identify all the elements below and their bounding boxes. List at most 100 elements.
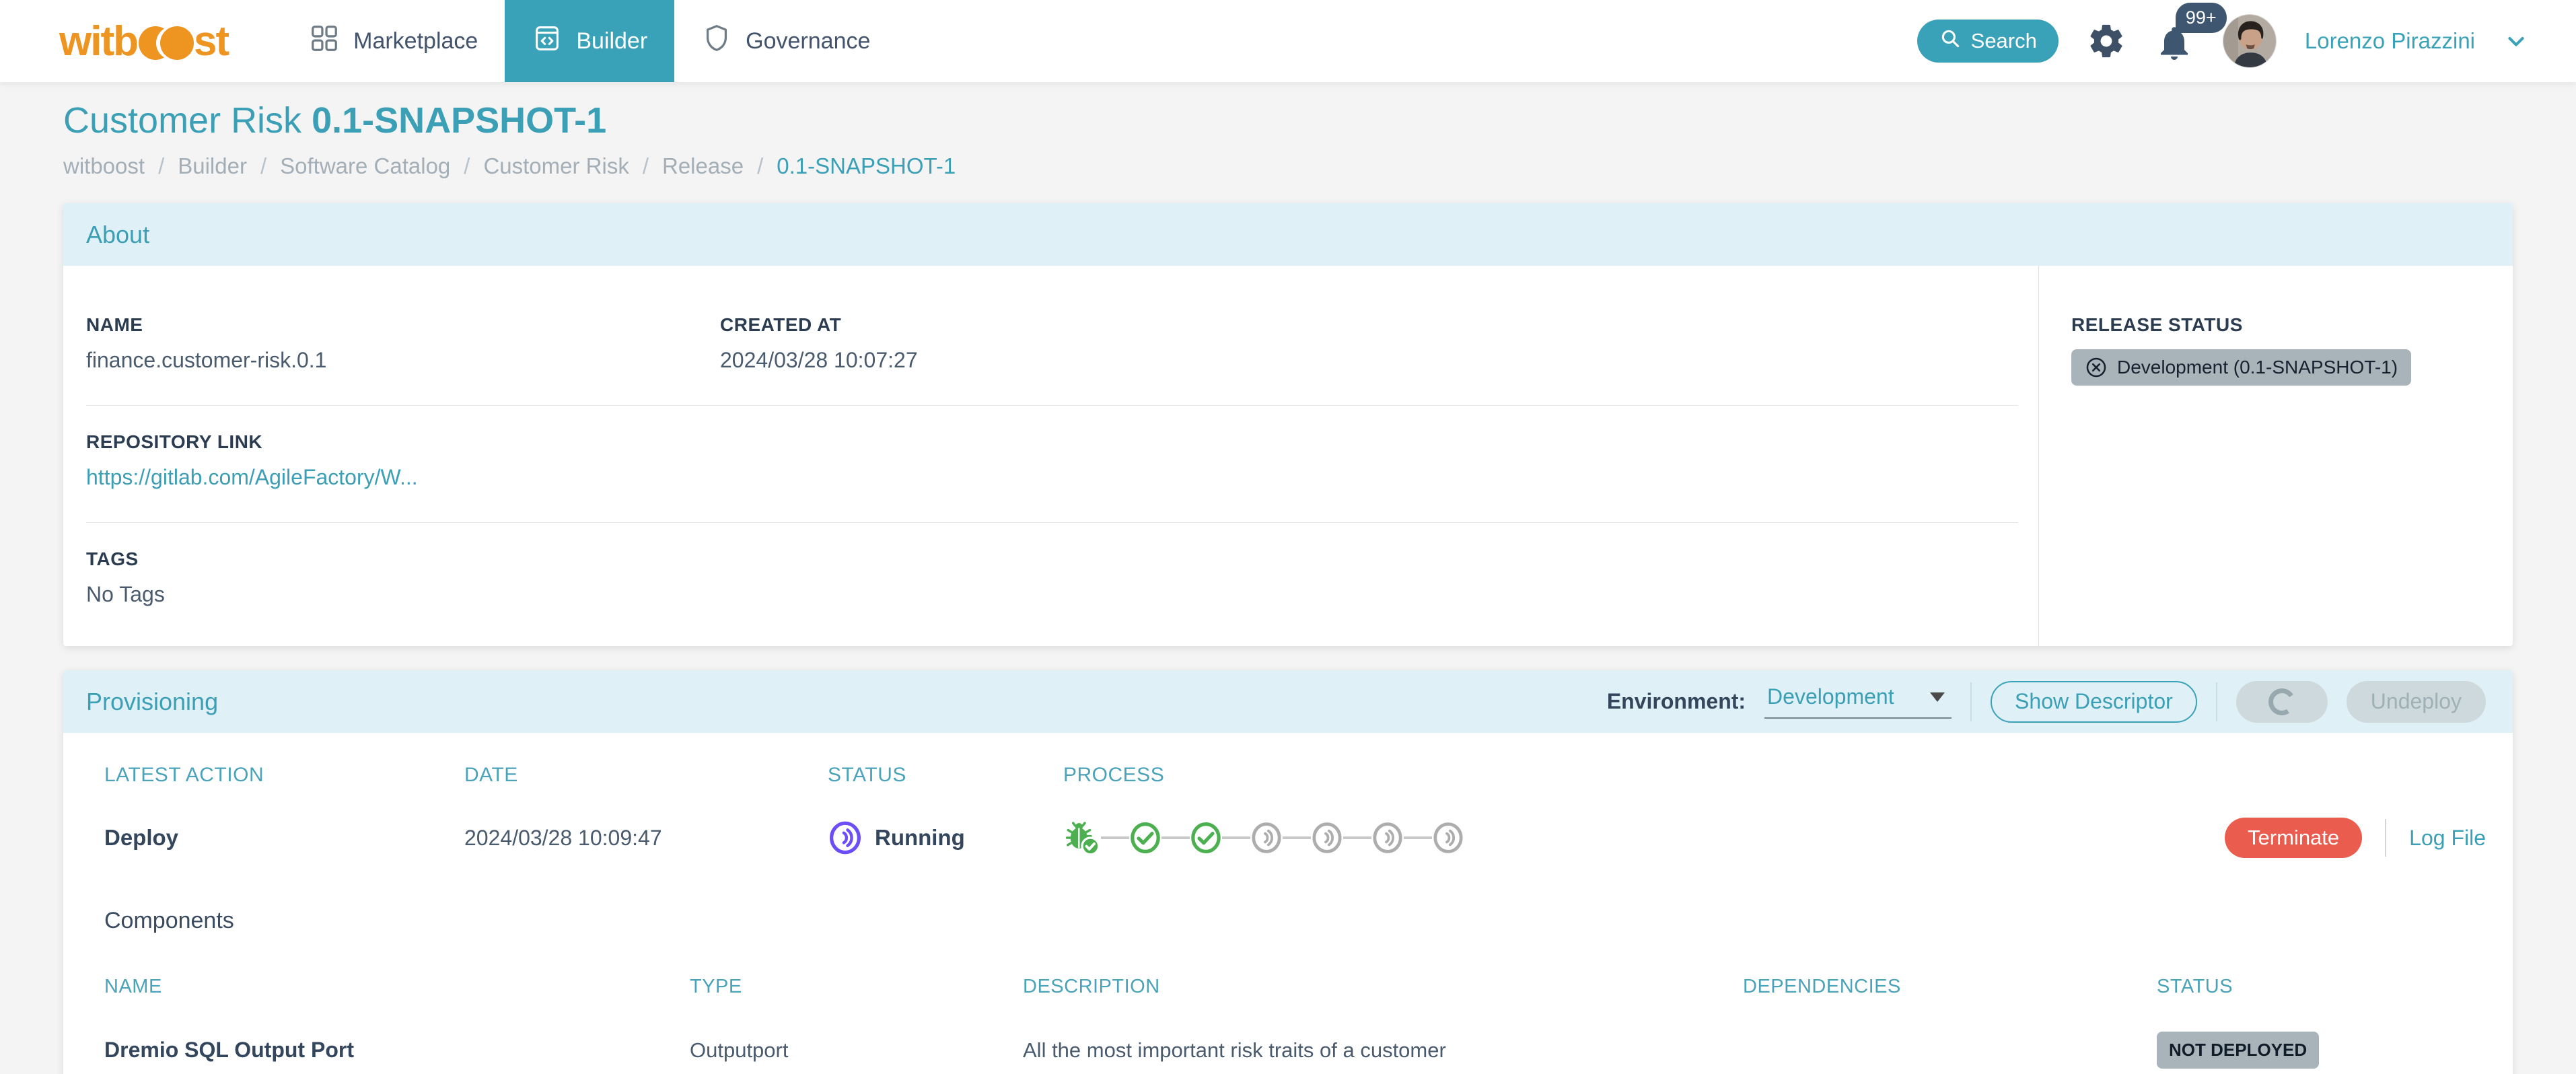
breadcrumb-separator: / [642, 153, 649, 178]
environment-label: Environment: [1606, 689, 1746, 713]
col-comp-status: STATUS [2157, 976, 2233, 997]
field-tags-label: TAGS [86, 548, 139, 569]
divider [2215, 682, 2217, 721]
col-comp-dependencies: DEPENDENCIES [1743, 976, 1901, 997]
notification-count-badge: 99+ [2175, 3, 2227, 33]
field-name: NAME finance.customer-risk.0.1 [86, 314, 720, 373]
navbar-right: Search 99+ Lorenzo Pirazzini [1917, 3, 2529, 68]
process-step-success-icon[interactable] [1129, 822, 1161, 854]
col-process: PROCESS [1063, 764, 1165, 786]
gear-icon [2090, 24, 2122, 58]
component-type: Outputport [690, 1038, 789, 1062]
field-tags-value: No Tags [86, 582, 165, 606]
provisioning-section-title: Provisioning [86, 687, 219, 715]
repository-link[interactable]: https://gitlab.com/AgileFactory/W... [86, 465, 418, 489]
about-section-title: About [86, 220, 150, 248]
process-connector [1283, 836, 1311, 839]
col-latest-action: LATEST ACTION [104, 764, 264, 786]
search-button-label: Search [1970, 29, 2037, 52]
process-step-pending-icon[interactable] [1250, 822, 1283, 854]
settings-button[interactable] [2087, 22, 2126, 61]
breadcrumb-item-current[interactable]: 0.1-SNAPSHOT-1 [777, 153, 956, 179]
deploy-loading-button [2235, 680, 2328, 723]
field-name-value: finance.customer-risk.0.1 [86, 348, 327, 372]
release-status-badge: Development (0.1-SNAPSHOT-1) [2071, 349, 2412, 386]
provisioning-table-header: LATEST ACTION DATE STATUS PROCESS [63, 764, 2513, 787]
witboost-logo[interactable]: witb st [59, 17, 229, 65]
process-connector [1101, 836, 1129, 839]
breadcrumb-item[interactable]: Software Catalog [280, 153, 450, 179]
loading-spinner-icon [2266, 685, 2298, 718]
breadcrumb-item[interactable]: Customer Risk [483, 153, 629, 179]
show-descriptor-button[interactable]: Show Descriptor [1991, 680, 2197, 723]
nav-item-builder[interactable]: Builder [505, 0, 675, 82]
about-card: About NAME finance.customer-risk.0.1 CRE… [63, 203, 2513, 646]
environment-select[interactable]: Development [1764, 684, 1952, 719]
components-table-row: Dremio SQL Output Port Outputport All th… [63, 1032, 2513, 1074]
divider [1970, 682, 1972, 721]
user-name[interactable]: Lorenzo Pirazzini [2305, 28, 2475, 54]
running-spinner-icon [830, 821, 861, 855]
main-nav: Marketplace Builder Governance [282, 0, 897, 82]
page-title-name: Customer Risk [63, 100, 302, 141]
field-name-label: NAME [86, 314, 143, 335]
nav-item-marketplace[interactable]: Marketplace [282, 0, 505, 82]
components-title: Components [104, 908, 234, 933]
release-status-label: RELEASE STATUS [2071, 314, 2243, 335]
log-file-link[interactable]: Log File [2409, 826, 2486, 851]
col-comp-type: TYPE [690, 976, 742, 997]
provisioning-card: Provisioning Environment: Development Sh… [63, 670, 2513, 1074]
breadcrumb-item[interactable]: Builder [178, 153, 247, 179]
provisioning-table-row: Deploy 2024/03/28 10:09:47 Running Termi… [63, 818, 2513, 858]
process-step-success-icon[interactable] [1190, 822, 1222, 854]
field-created-at: CREATED AT 2024/03/28 10:07:27 [720, 314, 1354, 373]
breadcrumb-item[interactable]: Release [662, 153, 744, 179]
process-connector [1404, 836, 1432, 839]
nav-item-governance[interactable]: Governance [674, 0, 897, 82]
breadcrumb-separator: / [158, 153, 165, 178]
divider [2385, 819, 2387, 857]
chevron-down-icon[interactable] [2503, 28, 2529, 54]
col-date: DATE [464, 764, 518, 786]
about-section-header: About [63, 203, 2513, 266]
page-title: Customer Risk 0.1-SNAPSHOT-1 [63, 100, 2576, 141]
action-status: Running [828, 820, 1063, 855]
search-button[interactable]: Search [1917, 20, 2059, 63]
breadcrumb-item[interactable]: witboost [63, 153, 145, 179]
row-actions: Terminate Log File [2225, 818, 2486, 858]
about-right-column: RELEASE STATUS Development (0.1-SNAPSHOT… [2038, 266, 2513, 646]
notifications-button[interactable]: 99+ [2154, 3, 2227, 63]
environment-selected-value: Development [1767, 684, 1894, 709]
nav-item-label: Governance [746, 28, 871, 54]
about-row-3: TAGS No Tags [86, 523, 2018, 646]
undeploy-button[interactable]: Undeploy [2346, 680, 2486, 723]
component-status-badge: NOT DEPLOYED [2157, 1032, 2320, 1069]
about-row-1: NAME finance.customer-risk.0.1 CREATED A… [86, 266, 2018, 406]
components-table-header: NAME TYPE DESCRIPTION DEPENDENCIES STATU… [63, 976, 2513, 998]
process-connector [1161, 836, 1190, 839]
shield-icon [701, 23, 732, 60]
process-step-pending-icon[interactable] [1432, 822, 1464, 854]
component-name[interactable]: Dremio SQL Output Port [104, 1038, 690, 1063]
search-icon [1939, 27, 1962, 55]
process-connector [1222, 836, 1250, 839]
field-created-at-value: 2024/03/28 10:07:27 [720, 348, 918, 372]
about-left-column: NAME finance.customer-risk.0.1 CREATED A… [63, 266, 2038, 646]
process-step-pending-icon[interactable] [1371, 822, 1404, 854]
process-step-validated-icon[interactable] [1063, 819, 1101, 857]
status-value: Running [875, 825, 965, 850]
nav-item-label: Marketplace [353, 28, 478, 54]
logo-text-right: st [193, 17, 229, 65]
process-step-pending-icon[interactable] [1311, 822, 1343, 854]
logo-circle-icon [159, 26, 194, 60]
avatar-photo [2223, 15, 2276, 67]
provisioning-controls: Environment: Development Show Descriptor… [1606, 680, 2486, 723]
field-created-at-label: CREATED AT [720, 314, 842, 335]
provisioning-section-header: Provisioning Environment: Development Sh… [63, 670, 2513, 733]
col-status: STATUS [828, 764, 906, 786]
user-avatar[interactable] [2222, 14, 2277, 68]
terminate-button[interactable]: Terminate [2225, 818, 2363, 858]
process-connector [1343, 836, 1371, 839]
field-repository-label: REPOSITORY LINK [86, 431, 263, 452]
code-window-icon [532, 23, 563, 60]
